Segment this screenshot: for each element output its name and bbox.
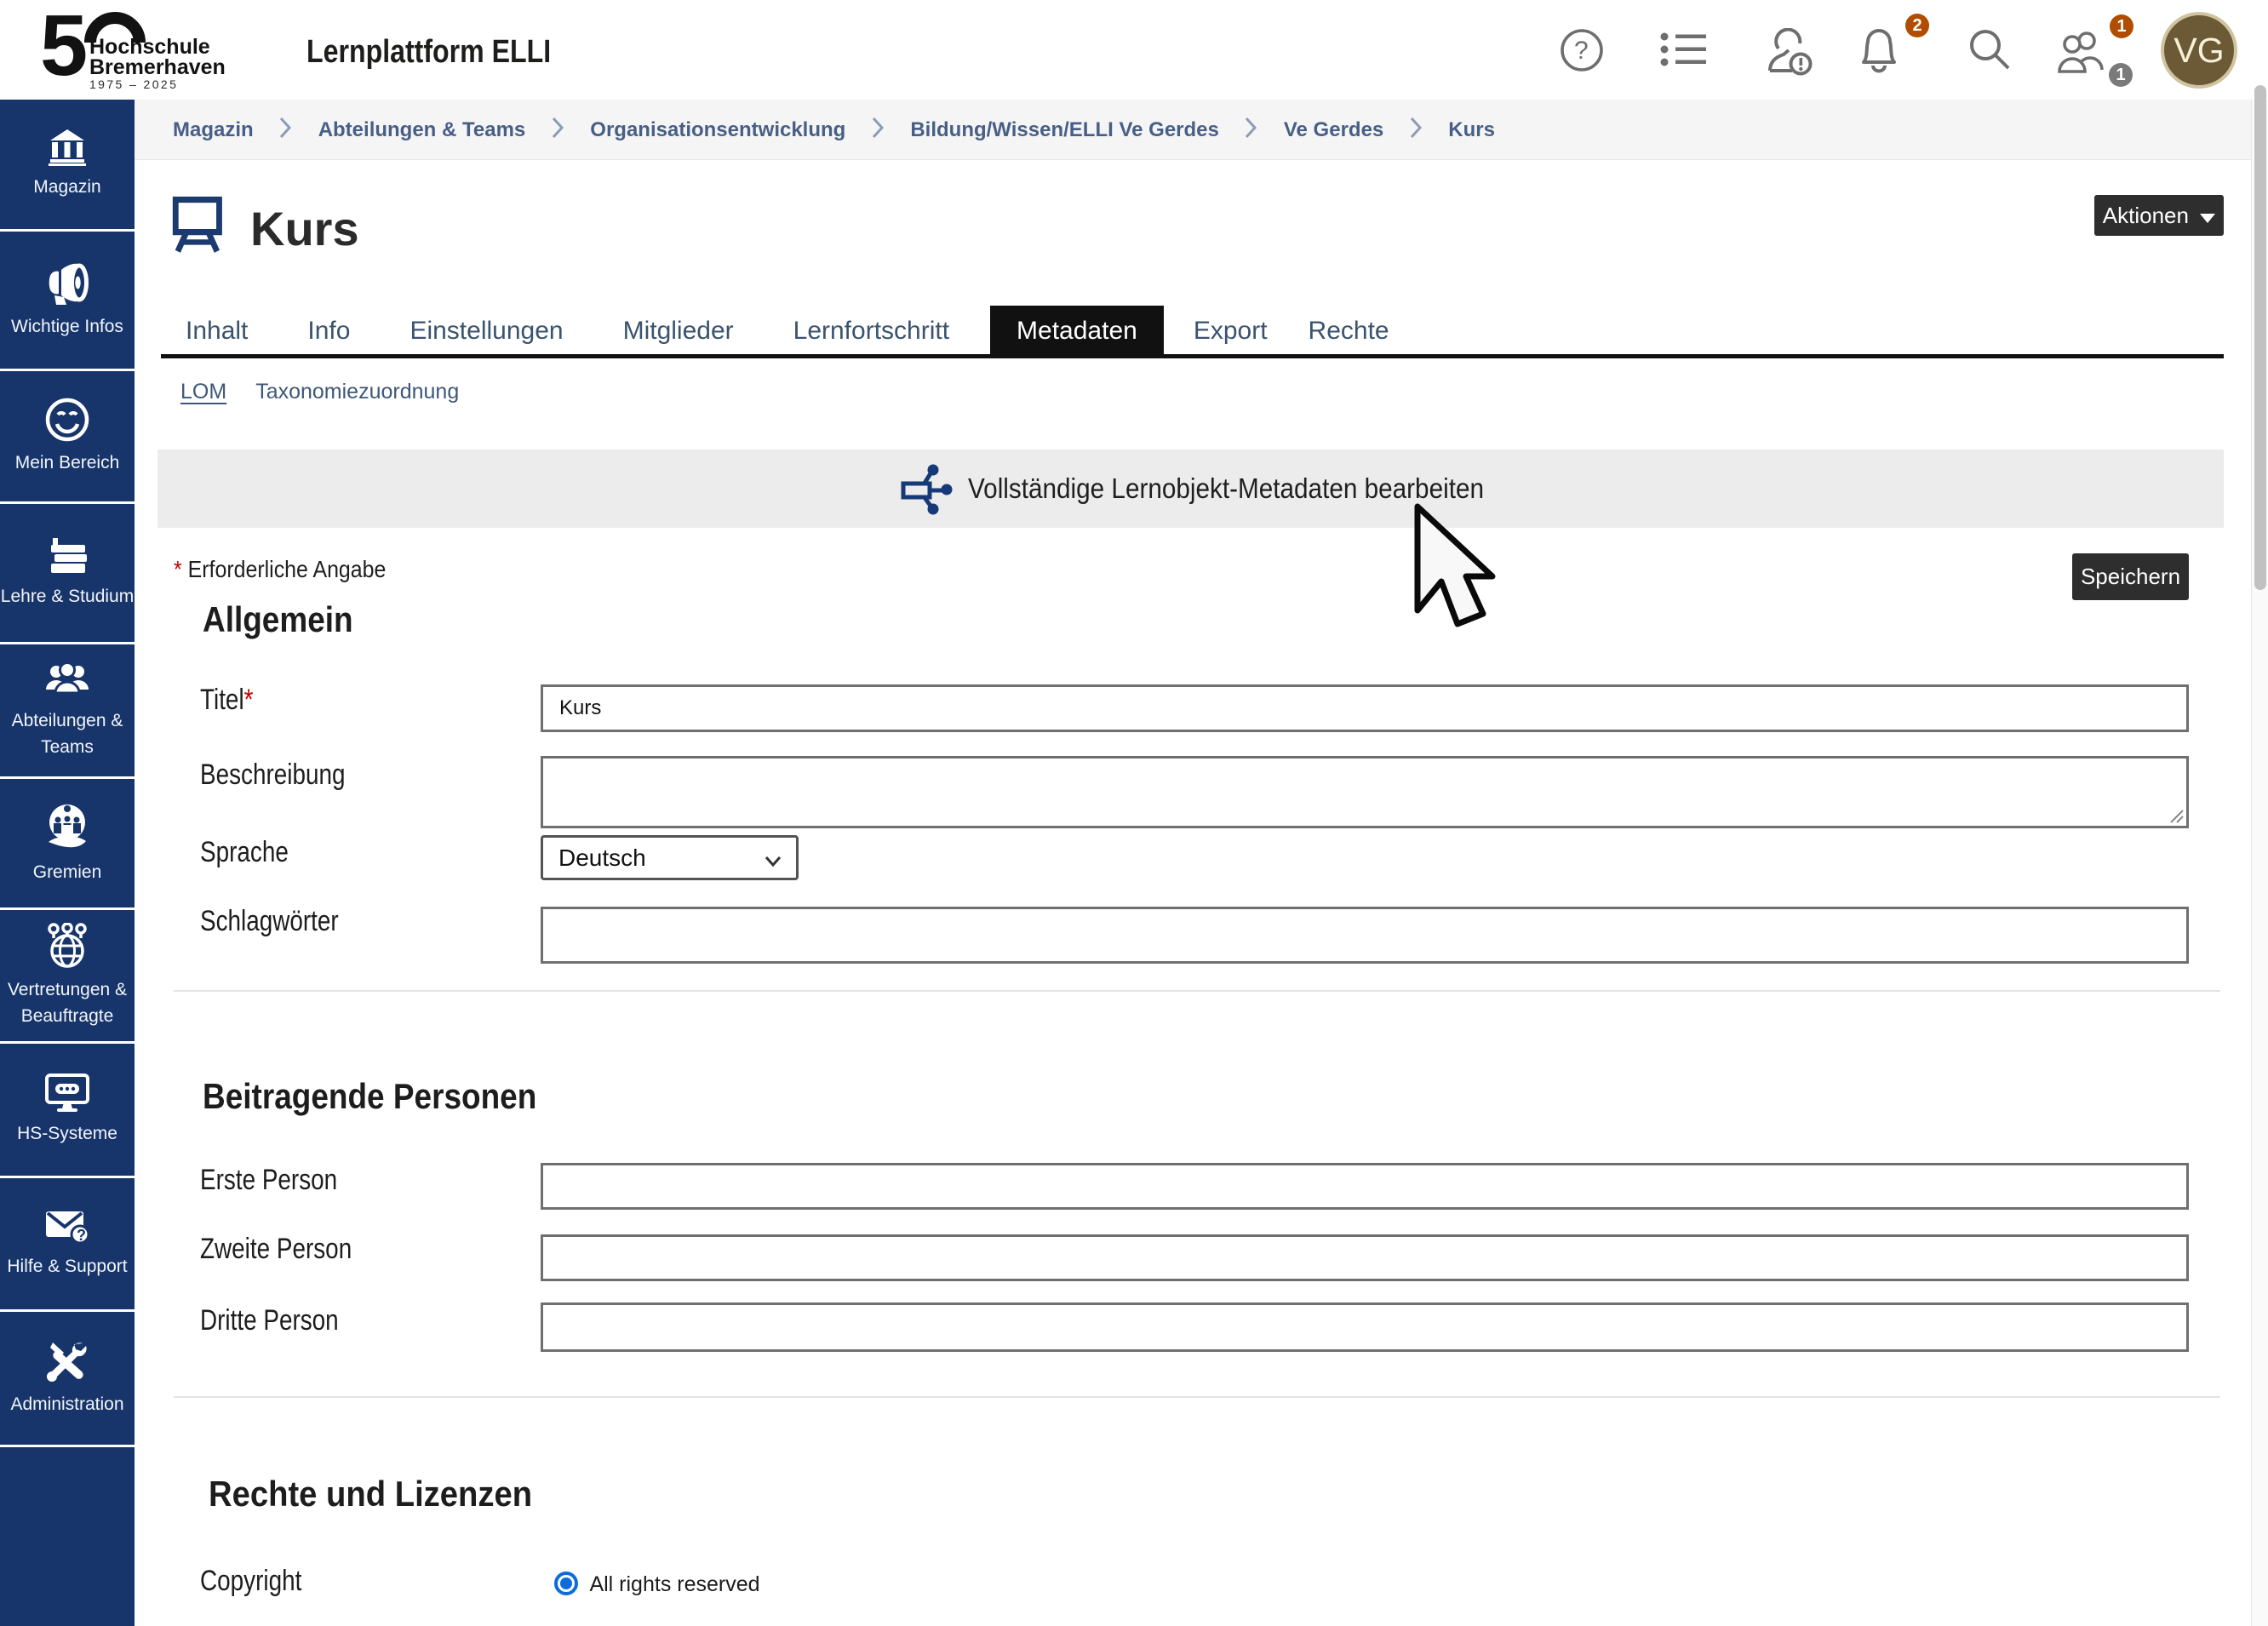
svg-text:1975 – 2025: 1975 – 2025	[89, 77, 178, 91]
svg-text:5: 5	[40, 9, 88, 94]
svg-text:?: ?	[1574, 37, 1589, 65]
svg-text:Bremerhaven: Bremerhaven	[89, 55, 226, 79]
svg-text:?: ?	[77, 1227, 86, 1244]
